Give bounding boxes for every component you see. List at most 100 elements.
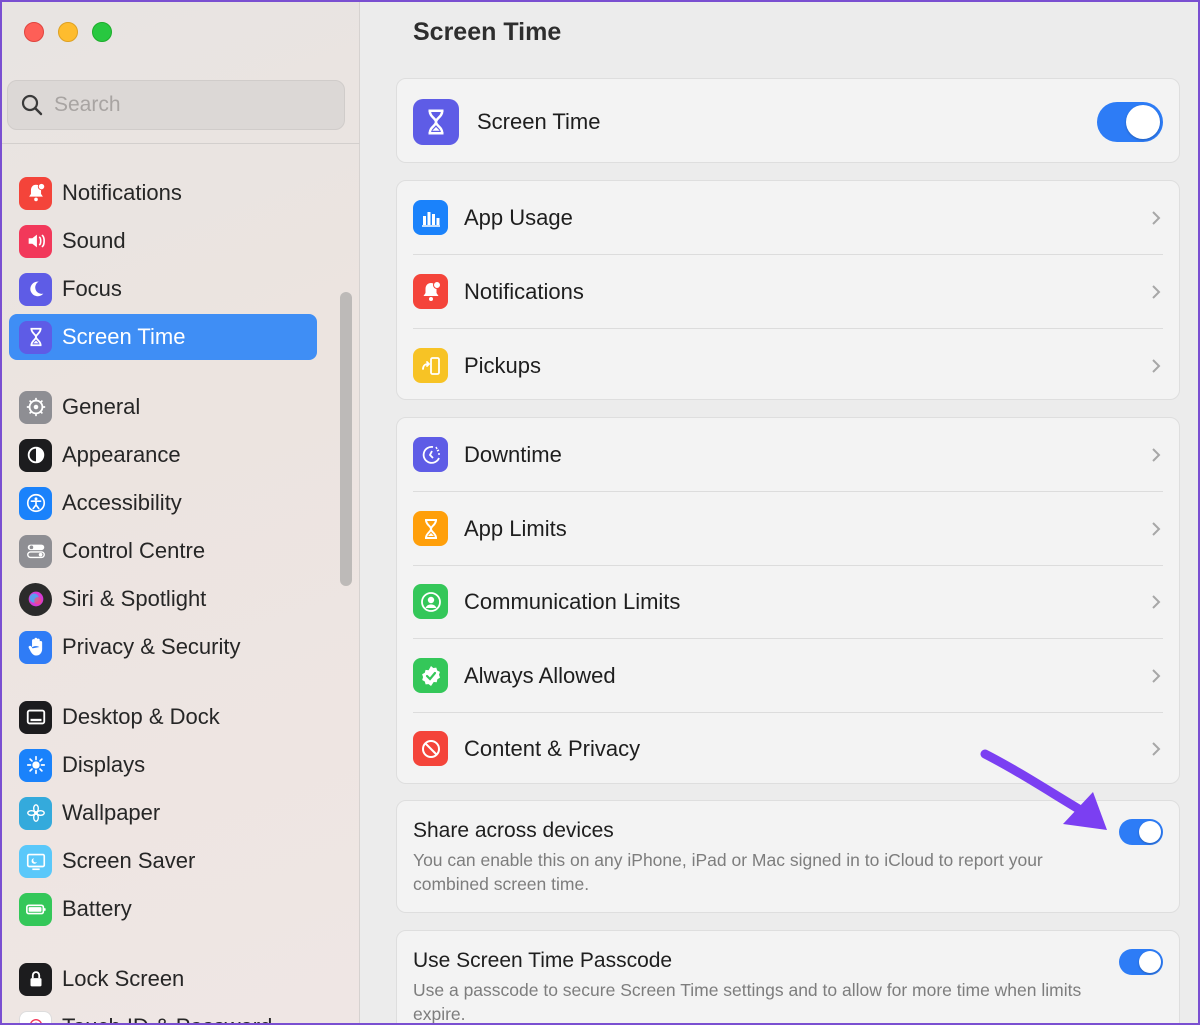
- sidebar-item-privacy-security[interactable]: Privacy & Security: [9, 624, 317, 670]
- sidebar-item-desktop-dock[interactable]: Desktop & Dock: [9, 694, 317, 740]
- row-app-limits[interactable]: App Limits: [413, 492, 1163, 565]
- screen-time-passcode-toggle[interactable]: [1119, 949, 1163, 975]
- sidebar-item-accessibility[interactable]: Accessibility: [9, 480, 317, 526]
- sidebar-item-appearance[interactable]: Appearance: [9, 432, 317, 478]
- downtime-icon: [413, 437, 448, 472]
- chevron-right-icon: [1152, 668, 1161, 683]
- person-icon: [413, 584, 448, 619]
- sidebar-item-label: Wallpaper: [62, 800, 161, 825]
- notifications-icon: [19, 176, 52, 210]
- sidebar-item-label: Displays: [62, 752, 146, 777]
- row-label: Communication Limits: [464, 588, 681, 614]
- sidebar-item-screen-time[interactable]: Screen Time: [9, 314, 317, 360]
- chevron-right-icon: [1152, 594, 1161, 609]
- screen-time-master-row: Screen Time: [413, 85, 1163, 158]
- chevron-right-icon: [1152, 284, 1161, 299]
- moon-icon: [19, 272, 52, 306]
- row-pickups[interactable]: Pickups: [413, 329, 1163, 402]
- row-communication-limits[interactable]: Communication Limits: [413, 565, 1163, 638]
- sidebar-item-label: Accessibility: [62, 490, 182, 515]
- sidebar-item-sound[interactable]: Sound: [9, 218, 317, 264]
- sidebar-item-wallpaper[interactable]: Wallpaper: [9, 790, 317, 836]
- pickups-icon: [413, 348, 448, 383]
- hand-icon: [19, 630, 52, 664]
- chevron-right-icon: [1152, 210, 1161, 225]
- sidebar-item-label: Control Centre: [62, 538, 206, 563]
- accessibility-icon: [19, 486, 52, 520]
- sidebar-item-lock-screen[interactable]: Lock Screen: [9, 956, 317, 1002]
- restricted-icon: [413, 731, 448, 766]
- sidebar-item-label: Screen Time: [62, 324, 186, 349]
- search-icon: [21, 94, 43, 116]
- row-label: App Usage: [464, 204, 573, 230]
- row-app-usage[interactable]: App Usage: [413, 181, 1163, 254]
- sidebar-item-displays[interactable]: Displays: [9, 742, 317, 788]
- search-input[interactable]: [54, 93, 314, 117]
- row-label: Pickups: [464, 352, 542, 378]
- battery-icon: [19, 892, 52, 926]
- row-label: Content & Privacy: [464, 735, 641, 761]
- hourglass-icon: [19, 320, 52, 354]
- zoom-button[interactable]: [92, 22, 112, 42]
- row-label: Always Allowed: [464, 662, 616, 688]
- screen-time-passcode-title: Use Screen Time Passcode: [413, 949, 673, 972]
- hourglass-icon: [413, 98, 459, 145]
- siri-icon: [19, 582, 52, 616]
- screen-time-passcode-description: Use a passcode to secure Screen Time set…: [413, 980, 1082, 1023]
- sidebar-item-label: Siri & Spotlight: [62, 586, 207, 611]
- sidebar-item-label: General: [62, 394, 141, 419]
- window-controls: [24, 22, 112, 42]
- sidebar-item-touch-id[interactable]: Touch ID & Password: [9, 1004, 317, 1023]
- sidebar-item-label: Lock Screen: [62, 966, 185, 991]
- sidebar-item-general[interactable]: General: [9, 384, 317, 430]
- sidebar-item-control-centre[interactable]: Control Centre: [9, 528, 317, 574]
- search-field[interactable]: [7, 80, 345, 130]
- screen-time-master-label: Screen Time: [477, 108, 601, 134]
- sidebar-item-label: Touch ID & Password: [62, 1014, 272, 1023]
- minimize-button[interactable]: [58, 22, 78, 42]
- sidebar-item-siri-spotlight[interactable]: Siri & Spotlight: [9, 576, 317, 622]
- sidebar-item-label: Focus: [62, 276, 122, 301]
- close-button[interactable]: [24, 22, 44, 42]
- sidebar-item-notifications[interactable]: Notifications: [9, 170, 317, 216]
- sidebar: Notifications Sound Focus Screen Time: [2, 2, 360, 1023]
- sidebar-scrollbar[interactable]: [340, 292, 352, 586]
- sun-icon: [19, 748, 52, 782]
- hourglass-icon: [413, 511, 448, 546]
- appearance-icon: [19, 438, 52, 472]
- row-label: Notifications: [464, 278, 584, 304]
- row-downtime[interactable]: Downtime: [413, 418, 1163, 491]
- sidebar-item-label: Appearance: [62, 442, 181, 467]
- usage-group-card: App Usage Notifications Pickups: [396, 180, 1180, 400]
- screen-time-toggle[interactable]: [1097, 101, 1163, 142]
- sidebar-item-label: Desktop & Dock: [62, 704, 220, 729]
- screen-time-passcode-card: Use Screen Time Passcode Use a passcode …: [396, 930, 1180, 1023]
- sidebar-item-screen-saver[interactable]: Screen Saver: [9, 838, 317, 884]
- row-notifications[interactable]: Notifications: [413, 255, 1163, 328]
- dock-icon: [19, 700, 52, 734]
- main-pane: Screen Time Screen Time App Usage Notifi…: [360, 2, 1198, 1023]
- sidebar-item-battery[interactable]: Battery: [9, 886, 317, 932]
- gear-icon: [19, 390, 52, 424]
- chevron-right-icon: [1152, 521, 1161, 536]
- chevron-right-icon: [1152, 741, 1161, 756]
- control-centre-icon: [19, 534, 52, 568]
- limits-group-card: Downtime App Limits Communication Limits: [396, 417, 1180, 784]
- sidebar-item-focus[interactable]: Focus: [9, 266, 317, 312]
- sidebar-item-label: Screen Saver: [62, 848, 196, 873]
- row-label: App Limits: [464, 515, 567, 541]
- flower-icon: [19, 796, 52, 830]
- share-across-devices-toggle[interactable]: [1119, 819, 1163, 845]
- sidebar-item-label: Sound: [62, 228, 126, 253]
- fingerprint-icon: [19, 1010, 52, 1023]
- share-across-devices-description: You can enable this on any iPhone, iPad …: [413, 850, 1043, 894]
- sidebar-item-label: Notifications: [62, 180, 182, 205]
- row-always-allowed[interactable]: Always Allowed: [413, 639, 1163, 712]
- chevron-right-icon: [1152, 447, 1161, 462]
- lock-icon: [19, 962, 52, 996]
- row-label: Downtime: [464, 441, 562, 467]
- chart-icon: [413, 200, 448, 235]
- page-title: Screen Time: [413, 18, 562, 46]
- chevron-right-icon: [1152, 358, 1161, 373]
- sidebar-divider: [2, 143, 360, 144]
